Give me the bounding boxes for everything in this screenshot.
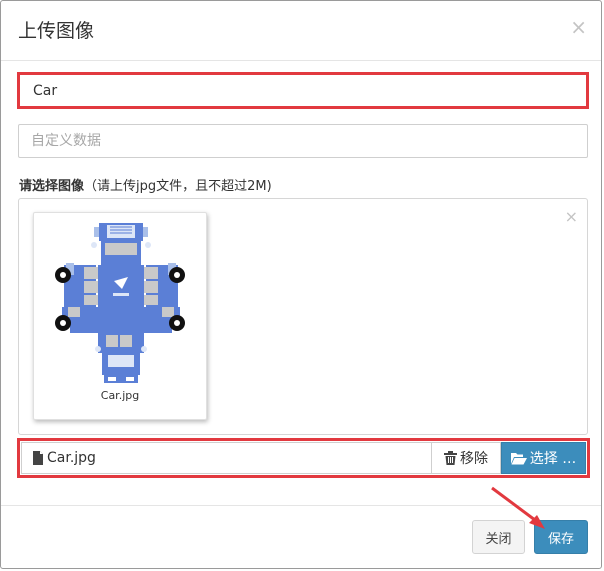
preview-close-icon[interactable]: ×: [565, 207, 578, 226]
file-preview-area: × Car.jpg: [18, 198, 588, 435]
close-icon[interactable]: ×: [570, 17, 587, 37]
thumbnail-caption: Car.jpg: [100, 389, 140, 402]
browse-file-button[interactable]: 选择 …: [501, 442, 586, 474]
upload-image-modal: 上传图像 × 请选择图像（请上传jpg文件，且不超过2M) ×: [0, 0, 602, 569]
file-caption-field[interactable]: Car.jpg: [21, 442, 431, 474]
custom-data-input[interactable]: [18, 124, 588, 158]
remove-file-label: 移除: [460, 451, 488, 467]
remove-file-button[interactable]: 移除: [431, 442, 501, 474]
image-select-label: 请选择图像（请上传jpg文件，且不超过2M): [19, 175, 272, 194]
modal-header: 上传图像 ×: [1, 1, 601, 61]
file-icon: [33, 451, 43, 465]
file-caption-text: Car.jpg: [47, 450, 96, 466]
car-papercraft-image: [55, 223, 185, 383]
image-select-label-hint: （请上传jpg文件，且不超过2M): [84, 179, 272, 194]
arrow-pointer-icon: [491, 486, 545, 529]
folder-open-icon: [510, 452, 527, 464]
trash-icon: [444, 451, 457, 465]
browse-file-label: 选择 …: [529, 451, 577, 467]
name-input[interactable]: [21, 76, 585, 106]
image-thumbnail: Car.jpg: [33, 212, 207, 420]
file-input-group: Car.jpg 移除 选择 …: [21, 442, 586, 474]
image-select-label-bold: 请选择图像: [19, 179, 85, 194]
modal-title: 上传图像: [18, 20, 95, 42]
